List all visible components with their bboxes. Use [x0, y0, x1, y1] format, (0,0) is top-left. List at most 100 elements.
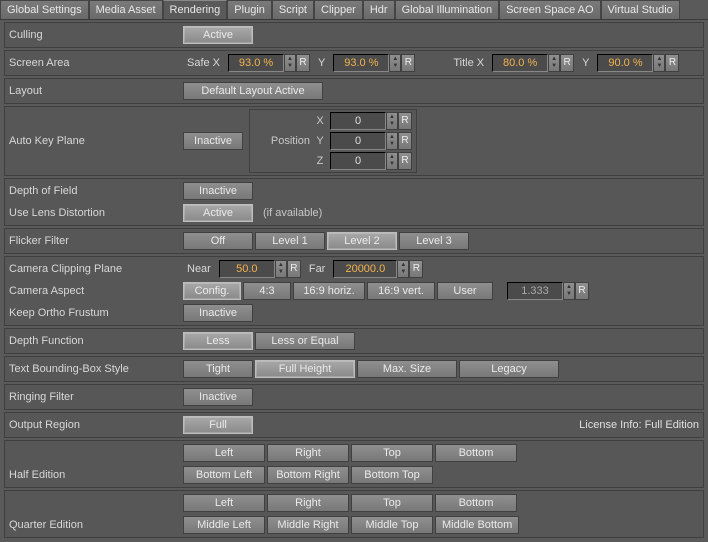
depthfn-less[interactable]: Less — [183, 332, 253, 350]
pos-y-input[interactable]: 0 — [330, 132, 386, 150]
tab-global-illumination[interactable]: Global Illumination — [395, 0, 500, 19]
tab-plugin[interactable]: Plugin — [227, 0, 272, 19]
flicker-level1[interactable]: Level 1 — [255, 232, 325, 250]
ringing-toggle[interactable]: Inactive — [183, 388, 253, 406]
flicker-level2[interactable]: Level 2 — [327, 232, 397, 250]
quarter-label-2: Quarter Edition — [9, 519, 179, 531]
quarter-edition-group: Left Right Top Bottom Quarter Edition Mi… — [4, 490, 704, 538]
lens-note: (if available) — [257, 207, 322, 219]
near-input[interactable]: 50.0 — [219, 260, 275, 278]
output-region-full[interactable]: Full — [183, 416, 253, 434]
title-y-input[interactable]: 90.0 % — [597, 54, 653, 72]
tab-bar: Global Settings Media Asset Rendering Pl… — [0, 0, 708, 20]
aspect-input[interactable]: 1.333 — [507, 282, 563, 300]
flicker-off[interactable]: Off — [183, 232, 253, 250]
flicker-label: Flicker Filter — [9, 235, 179, 247]
safe-y-spinner[interactable]: ▲▼ — [389, 54, 401, 72]
bbox-tight[interactable]: Tight — [183, 360, 253, 378]
depthfn-lessequal[interactable]: Less or Equal — [255, 332, 355, 350]
pos-z-reset[interactable]: R — [398, 152, 412, 170]
half-bottom-left[interactable]: Bottom Left — [183, 466, 265, 484]
output-region-label: Output Region — [9, 419, 179, 431]
layout-label: Layout — [9, 85, 179, 97]
half-top[interactable]: Top — [351, 444, 433, 462]
tab-script[interactable]: Script — [272, 0, 314, 19]
position-box: X 0▲▼R Position Y 0▲▼R Z 0▲▼R — [249, 109, 417, 173]
safe-x-reset[interactable]: R — [296, 54, 310, 72]
quarter-middle-top[interactable]: Middle Top — [351, 516, 433, 534]
half-edition-group: Left Right Top Bottom Half Edition Botto… — [4, 440, 704, 488]
far-input[interactable]: 20000.0 — [333, 260, 397, 278]
pos-y-spinner[interactable]: ▲▼ — [386, 132, 398, 150]
screen-area-group: Screen Area Safe X 93.0 %▲▼R Y 93.0 %▲▼R… — [4, 50, 704, 76]
safe-x-label: Safe X — [183, 57, 224, 69]
layout-button[interactable]: Default Layout Active — [183, 82, 323, 100]
culling-toggle[interactable]: Active — [183, 26, 253, 44]
aspect-reset[interactable]: R — [575, 282, 589, 300]
quarter-bottom[interactable]: Bottom — [435, 494, 517, 512]
aspect-user[interactable]: User — [437, 282, 493, 300]
title-y-reset[interactable]: R — [665, 54, 679, 72]
far-reset[interactable]: R — [409, 260, 423, 278]
near-spinner[interactable]: ▲▼ — [275, 260, 287, 278]
auto-key-label: Auto Key Plane — [9, 135, 179, 147]
safe-x-input[interactable]: 93.0 % — [228, 54, 284, 72]
safe-x-spinner[interactable]: ▲▼ — [284, 54, 296, 72]
pos-x-input[interactable]: 0 — [330, 112, 386, 130]
pos-y-reset[interactable]: R — [398, 132, 412, 150]
tab-global-settings[interactable]: Global Settings — [0, 0, 89, 19]
axis-x-label: X — [314, 115, 326, 127]
safe-y-reset[interactable]: R — [401, 54, 415, 72]
quarter-left[interactable]: Left — [183, 494, 265, 512]
quarter-right[interactable]: Right — [267, 494, 349, 512]
title-x-input[interactable]: 80.0 % — [492, 54, 548, 72]
title-x-reset[interactable]: R — [560, 54, 574, 72]
flicker-level3[interactable]: Level 3 — [399, 232, 469, 250]
quarter-top[interactable]: Top — [351, 494, 433, 512]
quarter-middle-right[interactable]: Middle Right — [267, 516, 349, 534]
half-left[interactable]: Left — [183, 444, 265, 462]
tab-clipper[interactable]: Clipper — [314, 0, 363, 19]
title-x-spinner[interactable]: ▲▼ — [548, 54, 560, 72]
flicker-group: Flicker Filter Off Level 1 Level 2 Level… — [4, 228, 704, 254]
bbox-label: Text Bounding-Box Style — [9, 363, 179, 375]
pos-x-reset[interactable]: R — [398, 112, 412, 130]
bbox-legacy[interactable]: Legacy — [459, 360, 559, 378]
dof-lens-group: Depth of Field Inactive Use Lens Distort… — [4, 178, 704, 226]
near-reset[interactable]: R — [287, 260, 301, 278]
far-spinner[interactable]: ▲▼ — [397, 260, 409, 278]
ortho-toggle[interactable]: Inactive — [183, 304, 253, 322]
tab-media-asset[interactable]: Media Asset — [89, 0, 163, 19]
aspect-43[interactable]: 4:3 — [243, 282, 291, 300]
auto-key-toggle[interactable]: Inactive — [183, 132, 243, 150]
aspect-169v[interactable]: 16:9 vert. — [367, 282, 435, 300]
tab-virtual-studio[interactable]: Virtual Studio — [601, 0, 680, 19]
lens-toggle[interactable]: Active — [183, 204, 253, 222]
ringing-group: Ringing Filter Inactive — [4, 384, 704, 410]
bbox-maxsize[interactable]: Max. Size — [357, 360, 457, 378]
aspect-169h[interactable]: 16:9 horiz. — [293, 282, 365, 300]
half-right[interactable]: Right — [267, 444, 349, 462]
dof-toggle[interactable]: Inactive — [183, 182, 253, 200]
bbox-fullheight[interactable]: Full Height — [255, 360, 355, 378]
tab-rendering[interactable]: Rendering — [163, 0, 228, 19]
tab-screen-space-ao[interactable]: Screen Space AO — [499, 0, 600, 19]
half-bottom[interactable]: Bottom — [435, 444, 517, 462]
aspect-spinner[interactable]: ▲▼ — [563, 282, 575, 300]
title-y-label: Y — [578, 57, 593, 69]
half-bottom-top[interactable]: Bottom Top — [351, 466, 433, 484]
safe-y-input[interactable]: 93.0 % — [333, 54, 389, 72]
pos-z-input[interactable]: 0 — [330, 152, 386, 170]
tab-hdr[interactable]: Hdr — [363, 0, 395, 19]
pos-z-spinner[interactable]: ▲▼ — [386, 152, 398, 170]
axis-z-label: Z — [314, 155, 326, 167]
quarter-middle-left[interactable]: Middle Left — [183, 516, 265, 534]
aspect-config[interactable]: Config. — [183, 282, 241, 300]
quarter-middle-bottom[interactable]: Middle Bottom — [435, 516, 519, 534]
layout-group: Layout Default Layout Active — [4, 78, 704, 104]
ringing-label: Ringing Filter — [9, 391, 179, 403]
title-y-spinner[interactable]: ▲▼ — [653, 54, 665, 72]
culling-label: Culling — [9, 29, 179, 41]
pos-x-spinner[interactable]: ▲▼ — [386, 112, 398, 130]
half-bottom-right[interactable]: Bottom Right — [267, 466, 349, 484]
